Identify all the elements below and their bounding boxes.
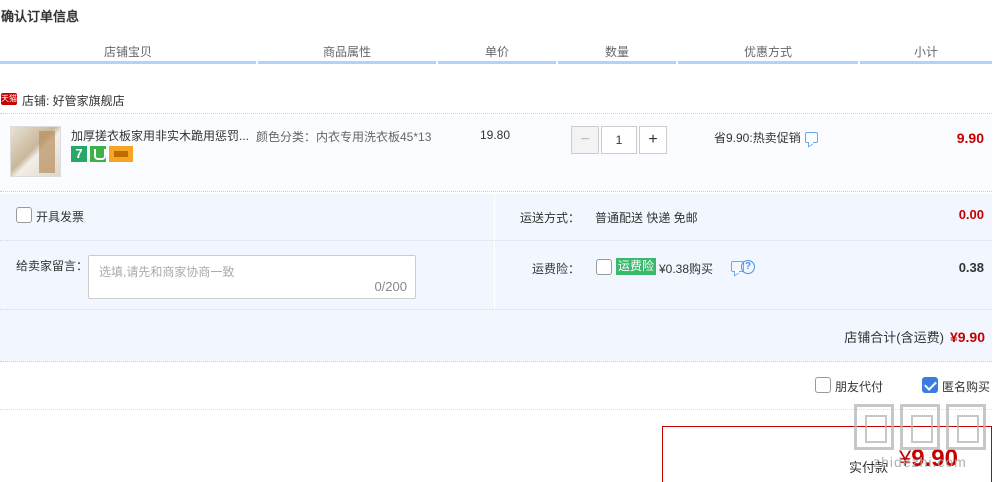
order-options: 开具发票 运送方式： 普通配送 快递 免邮 0.00 给卖家留言： 选填,请先和… xyxy=(0,194,992,362)
payment-summary: 实付款 ¥9.90 xyxy=(662,426,992,482)
invoice-checkbox[interactable] xyxy=(16,207,32,223)
order-item-row: 加厚搓衣板家用非实木跪用惩罚... 7 颜色分类：内衣专用洗衣板45*13 19… xyxy=(0,116,992,192)
column-header-discount: 优惠方式 xyxy=(678,40,858,64)
shipping-insurance-badge: 运费险 xyxy=(616,258,657,275)
shop-total: 店铺合计(含运费) ¥9.90 xyxy=(844,327,985,346)
page-title: 确认订单信息 xyxy=(1,9,80,24)
shop-row: 天猫 店铺: 好管家旗舰店 xyxy=(0,86,992,114)
friend-pay-label[interactable]: 朋友代付 xyxy=(835,378,883,395)
unit-price: 19.80 xyxy=(480,128,511,142)
column-header-quantity: 数量 xyxy=(558,40,676,64)
divider xyxy=(0,240,992,241)
currency-symbol: ¥ xyxy=(899,446,912,471)
item-subtotal: 9.90 xyxy=(956,130,984,146)
column-header-subtotal: 小计 xyxy=(860,40,992,64)
divider xyxy=(494,194,495,310)
divider xyxy=(0,309,992,310)
seller-message-label: 给卖家留言： xyxy=(16,259,89,273)
payment-label: 实付款 xyxy=(849,460,889,475)
anonymous-purchase-label[interactable]: 匿名购买 xyxy=(942,378,990,395)
shipping-method-value: 普通配送 快递 免邮 xyxy=(595,211,698,225)
column-header: 店铺宝贝 商品属性 单价 数量 优惠方式 小计 xyxy=(0,40,992,64)
payment-amount-value: 9.90 xyxy=(911,445,958,472)
quantity-decrease-button[interactable]: − xyxy=(571,126,599,154)
shop-total-amount: ¥9.90 xyxy=(949,329,985,345)
shop-total-label: 店铺合计(含运费) xyxy=(844,330,944,345)
product-title-link[interactable]: 加厚搓衣板家用非实木跪用惩罚... xyxy=(71,127,251,144)
shipping-fee: 0.00 xyxy=(958,207,984,222)
anonymous-purchase-checkbox[interactable] xyxy=(922,377,938,393)
guarantee-shield-icon[interactable] xyxy=(90,146,106,162)
shipping-insurance-checkbox[interactable] xyxy=(596,259,612,275)
message-char-count: 0/200 xyxy=(374,279,407,294)
tmall-icon: 天猫 xyxy=(1,93,17,105)
product-attributes: 颜色分类：内衣专用洗衣板45*13 xyxy=(256,130,432,144)
discount-info: 省9.90:热卖促销 xyxy=(714,129,818,146)
purchase-options: 朋友代付 匿名购买 xyxy=(0,364,992,410)
shipping-insurance-label: 运费险： xyxy=(532,262,581,276)
column-header-shop-item: 店铺宝贝 xyxy=(0,40,256,64)
quantity-increase-button[interactable]: + xyxy=(639,126,667,154)
message-placeholder: 选填,请先和商家协商一致 xyxy=(99,265,235,279)
shop-name-link[interactable]: 店铺: 好管家旗舰店 xyxy=(22,92,125,109)
help-icon[interactable]: ? xyxy=(741,260,755,274)
seven-day-return-icon[interactable]: 7 xyxy=(71,146,87,162)
shipping-method-label: 运送方式： xyxy=(520,211,581,225)
invoice-label[interactable]: 开具发票 xyxy=(36,208,84,225)
shipping-insurance-fee: 0.38 xyxy=(958,260,984,275)
column-header-attributes: 商品属性 xyxy=(258,40,436,64)
friend-pay-checkbox[interactable] xyxy=(815,377,831,393)
seller-message-textarea[interactable]: 选填,请先和商家协商一致 0/200 xyxy=(88,255,416,299)
quantity-stepper: − 1 + xyxy=(571,126,667,154)
chat-bubble-icon[interactable] xyxy=(804,132,818,144)
product-thumbnail[interactable] xyxy=(10,126,61,177)
discount-text: 省9.90:热卖促销 xyxy=(714,131,801,145)
payment-amount: ¥9.90 xyxy=(899,445,958,473)
quantity-input[interactable]: 1 xyxy=(601,126,637,154)
column-header-unit-price: 单价 xyxy=(438,40,556,64)
credit-card-icon[interactable] xyxy=(109,146,133,162)
shipping-insurance-price: ¥0.38购买 xyxy=(659,262,714,276)
service-icons: 7 xyxy=(71,146,136,164)
